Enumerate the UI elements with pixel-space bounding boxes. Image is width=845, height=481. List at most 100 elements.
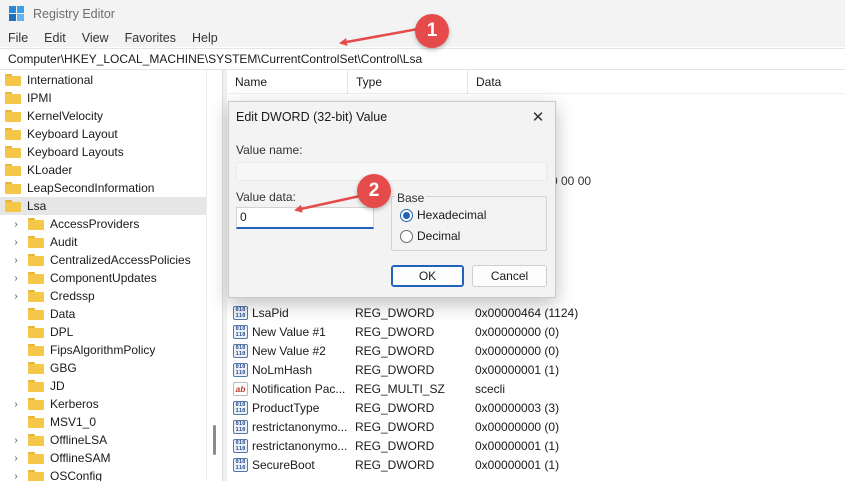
tree-item[interactable]: GBG (0, 359, 77, 377)
value-data-cell: 0x00000001 (1) (475, 362, 560, 377)
tree-item[interactable]: › OfflineSAM (0, 449, 110, 467)
tree-item[interactable]: › OfflineLSA (0, 431, 107, 449)
column-header-type[interactable]: Type (348, 70, 468, 94)
list-row[interactable]: 010 110 New Value #1 REG_DWORD 0x00000000 (0… (227, 322, 845, 341)
binary-value-icon: 010 110 (233, 419, 248, 434)
value-data-input[interactable]: 0 (236, 207, 374, 229)
tree-item[interactable]: IPMI (0, 89, 52, 107)
binary-value-icon: 010 110 (233, 362, 248, 377)
tree-item[interactable]: › Audit (0, 233, 77, 251)
hexadecimal-radio-dot[interactable] (400, 208, 413, 222)
value-name-text: LsaPid (252, 305, 289, 320)
chevron-right-icon[interactable]: › (11, 471, 21, 481)
tree-item[interactable]: International (0, 71, 93, 89)
menu-file[interactable]: File (0, 31, 36, 45)
value-data-cell: 0x00000000 (0) (475, 343, 560, 358)
list-row[interactable]: 010 110 LsaPid REG_DWORD 0x00000464 (1124) (227, 303, 845, 322)
chevron-right-icon[interactable]: › (11, 219, 21, 230)
tree-item-label: LeapSecondInformation (27, 181, 155, 195)
chevron-right-icon[interactable]: › (11, 435, 21, 446)
menu-help[interactable]: Help (184, 31, 226, 45)
tree-item[interactable]: Keyboard Layout (0, 125, 118, 143)
tree-item-label: Keyboard Layouts (27, 145, 124, 159)
value-type-cell: REG_MULTI_SZ (355, 381, 445, 396)
value-type-cell: REG_DWORD (355, 324, 435, 339)
chevron-right-icon[interactable]: › (11, 453, 21, 464)
list-row[interactable]: 010 110 NoLmHash REG_DWORD 0x00000001 (1) (227, 360, 845, 379)
tree-item[interactable]: Lsa (0, 197, 206, 215)
binary-value-icon: 010 110 (233, 343, 248, 358)
decimal-radio-dot[interactable] (400, 229, 413, 243)
chevron-right-icon[interactable]: › (11, 273, 21, 284)
decimal-radio[interactable]: Decimal (400, 229, 460, 243)
value-data-cell: 0x00000000 (0) (475, 419, 560, 434)
value-type-cell: REG_DWORD (355, 419, 435, 434)
folder-icon (28, 416, 44, 428)
chevron-right-icon[interactable]: › (11, 291, 21, 302)
tree-item-label: MSV1_0 (50, 415, 97, 429)
tree-item[interactable]: › AccessProviders (0, 215, 139, 233)
hexadecimal-radio[interactable]: Hexadecimal (400, 208, 486, 222)
tree-item[interactable]: DPL (0, 323, 73, 341)
close-icon[interactable]: ✕ (527, 106, 549, 128)
folder-icon (28, 236, 44, 248)
tree-item[interactable]: KLoader (0, 161, 72, 179)
ok-button[interactable]: OK (391, 265, 464, 287)
list-row[interactable]: 010 110 restrictanonymo... REG_DWORD 0x00000… (227, 417, 845, 436)
tree-item[interactable]: LeapSecondInformation (0, 179, 154, 197)
tree-item[interactable]: › OSConfig (0, 467, 102, 481)
tree-item[interactable]: Keyboard Layouts (0, 143, 124, 161)
binary-value-icon: 010 110 (233, 305, 248, 320)
menu-view[interactable]: View (74, 31, 117, 45)
chevron-right-icon (11, 327, 21, 337)
tree-item[interactable]: MSV1_0 (0, 413, 96, 431)
tree-item[interactable]: FipsAlgorithmPolicy (0, 341, 155, 359)
list-row[interactable]: 010 110 ProductType REG_DWORD 0x00000003 (3) (227, 398, 845, 417)
folder-icon (28, 272, 44, 284)
chevron-right-icon (11, 309, 21, 319)
value-data-cell: 0x00000003 (3) (475, 400, 560, 415)
chevron-right-icon[interactable]: › (11, 399, 21, 410)
chevron-right-icon[interactable]: › (11, 255, 21, 266)
tree-item[interactable]: Data (0, 305, 75, 323)
list-row[interactable]: ab Notification Pac... REG_MULTI_SZ scecli (227, 379, 845, 398)
list-row[interactable]: 010 110 SecureBoot REG_DWORD 0x00000001 (1) (227, 455, 845, 474)
cancel-button[interactable]: Cancel (472, 265, 547, 287)
value-name-cell: 010 110 LsaPid (227, 305, 348, 320)
folder-icon (28, 218, 44, 230)
binary-value-icon: 010 110 (233, 457, 248, 472)
tree-item[interactable]: KernelVelocity (0, 107, 103, 125)
tree-item-label: KLoader (27, 163, 73, 177)
folder-icon (5, 110, 21, 122)
tree-item-label: Credssp (50, 289, 95, 303)
chevron-right-icon[interactable]: › (11, 237, 21, 248)
value-name-text: ProductType (252, 400, 320, 415)
menu-edit[interactable]: Edit (36, 31, 74, 45)
tree-item[interactable]: › Credssp (0, 287, 95, 305)
value-name-text: SecureBoot (252, 457, 315, 472)
tree-item-label: DPL (50, 325, 74, 339)
column-header-data[interactable]: Data (468, 70, 845, 94)
value-name-cell: 010 110 restrictanonymo... (227, 438, 348, 453)
tree-scrollbar-thumb[interactable] (213, 425, 216, 455)
value-data-label: Value data: (236, 190, 296, 204)
address-bar[interactable]: Computer\HKEY_LOCAL_MACHINE\SYSTEM\Curre… (0, 48, 845, 70)
folder-icon (28, 362, 44, 374)
tree-item[interactable]: › ComponentUpdates (0, 269, 156, 287)
tree-item-label: Keyboard Layout (27, 127, 118, 141)
folder-icon (28, 398, 44, 410)
column-header-name[interactable]: Name (227, 70, 348, 94)
tree-item[interactable]: JD (0, 377, 65, 395)
value-name-field[interactable] (236, 162, 547, 181)
tree-item[interactable]: › CentralizedAccessPolicies (0, 251, 190, 269)
tree-scrollbar[interactable] (206, 70, 222, 481)
menu-favorites[interactable]: Favorites (117, 31, 184, 45)
tree-item[interactable]: › Kerberos (0, 395, 98, 413)
tree-item-label: JD (50, 379, 65, 393)
binary-value-icon: 010 110 (233, 438, 248, 453)
dialog-body: Value name: Value data: 0 Base Hexadecim… (229, 133, 555, 297)
folder-icon (28, 290, 44, 302)
hidden-row-data-peek: 0 00 00 (551, 174, 592, 188)
list-row[interactable]: 010 110 restrictanonymo... REG_DWORD 0x00000… (227, 436, 845, 455)
list-row[interactable]: 010 110 New Value #2 REG_DWORD 0x00000000 (0… (227, 341, 845, 360)
